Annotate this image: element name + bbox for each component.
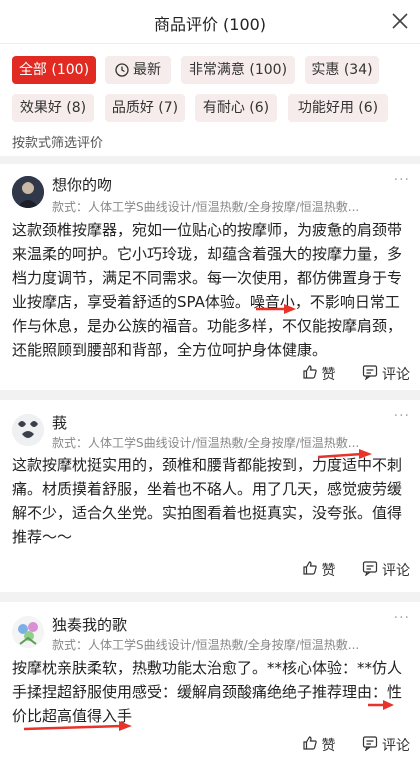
review-card: 独奏我的歌 款式：人体工学S曲线设计/恒温热敷/全身按摩/恒温热敷... ···… <box>0 602 420 759</box>
style-filter-link[interactable]: 按款式筛选评价 <box>12 132 103 151</box>
clock-icon <box>115 59 129 87</box>
comment-icon <box>362 560 382 580</box>
like-button[interactable]: 赞 <box>302 560 336 580</box>
chip-latest[interactable]: 最新 <box>105 56 171 84</box>
filter-panel: 全部 (100) 最新 非常满意 (100) 实惠 (34) 效果好 (8) 品… <box>0 44 420 156</box>
reviewer-name: 想你的吻 <box>52 176 113 194</box>
review-card: 想你的吻 款式：人体工学S曲线设计/恒温热敷/全身按摩/恒温热敷... ··· … <box>0 164 420 390</box>
page-title: 商品评价 (100) <box>153 15 267 34</box>
review-actions: 赞 评论 <box>280 735 410 755</box>
chip-very-satisfied-label: 非常满意 (100) <box>188 62 288 78</box>
thumbs-up-icon <box>302 735 322 755</box>
chip-affordable[interactable]: 实惠 (34) <box>305 56 379 84</box>
comment-label: 评论 <box>382 563 410 579</box>
review-text: 按摩枕亲肤柔软，热敷功能太治愈了。**核心体验：**仿人手揉捏超舒服使用感受：缓… <box>12 659 403 725</box>
avatar <box>12 616 44 648</box>
review-actions: 赞 评论 <box>280 560 410 580</box>
chip-quality-label: 品质好 (7) <box>111 100 179 116</box>
like-label: 赞 <box>321 563 336 579</box>
like-button[interactable]: 赞 <box>302 735 336 755</box>
reviewer-name: 独奏我的歌 <box>52 616 128 634</box>
comment-label: 评论 <box>382 367 410 383</box>
more-icon[interactable]: ··· <box>394 172 410 188</box>
comment-icon <box>362 735 382 755</box>
comment-button[interactable]: 评论 <box>362 735 410 755</box>
review-actions: 赞 评论 <box>280 364 410 384</box>
chip-patient[interactable]: 有耐心 (6) <box>195 94 277 122</box>
chip-quality[interactable]: 品质好 (7) <box>105 94 185 122</box>
annotation-arrow <box>317 449 372 459</box>
page-header: 商品评价 (100) <box>0 0 420 44</box>
annotation-arrow <box>368 700 394 710</box>
like-label: 赞 <box>321 738 336 754</box>
thumbs-up-icon <box>302 560 322 580</box>
chip-very-satisfied[interactable]: 非常满意 (100) <box>181 56 295 84</box>
chip-affordable-label: 实惠 (34) <box>311 62 373 78</box>
chip-all[interactable]: 全部 (100) <box>12 56 96 84</box>
review-spec: 款式：人体工学S曲线设计/恒温热敷/全身按摩/恒温热敷... <box>52 200 360 214</box>
chip-effective[interactable]: 效果好 (8) <box>12 94 94 122</box>
chip-latest-label: 最新 <box>133 62 161 78</box>
annotation-arrow <box>256 304 296 314</box>
like-label: 赞 <box>321 367 336 383</box>
avatar <box>12 176 44 208</box>
more-icon[interactable]: ··· <box>394 408 410 424</box>
review-card: 莪 款式：人体工学S曲线设计/恒温热敷/全身按摩/恒温热敷... ··· 这款按… <box>0 400 420 592</box>
review-text: 这款颈椎按摩器，宛如一位贴心的按摩师，为疲惫的肩颈带来温柔的呵护。它小巧玲珑，却… <box>12 221 403 359</box>
comment-button[interactable]: 评论 <box>362 560 410 580</box>
annotation-arrow <box>23 721 132 731</box>
thumbs-up-icon <box>302 364 322 384</box>
review-spec: 款式：人体工学S曲线设计/恒温热敷/全身按摩/恒温热敷... <box>52 638 360 652</box>
comment-label: 评论 <box>382 738 410 754</box>
review-text: 这款按摩枕挺实用的，颈椎和腰背都能按到，力度适中不刺痛。材质摸着舒服，坐着也不硌… <box>12 456 403 546</box>
chip-patient-label: 有耐心 (6) <box>202 100 270 116</box>
chip-functional[interactable]: 功能好用 (6) <box>288 94 388 122</box>
like-button[interactable]: 赞 <box>302 364 336 384</box>
chip-effective-label: 效果好 (8) <box>19 100 87 116</box>
reviewer-name: 莪 <box>52 414 68 432</box>
comment-button[interactable]: 评论 <box>362 364 410 384</box>
chip-functional-label: 功能好用 (6) <box>297 100 379 116</box>
more-icon[interactable]: ··· <box>394 610 410 626</box>
avatar <box>12 414 44 446</box>
comment-icon <box>362 364 382 384</box>
chip-all-label: 全部 (100) <box>18 62 90 78</box>
close-icon[interactable] <box>388 9 412 33</box>
